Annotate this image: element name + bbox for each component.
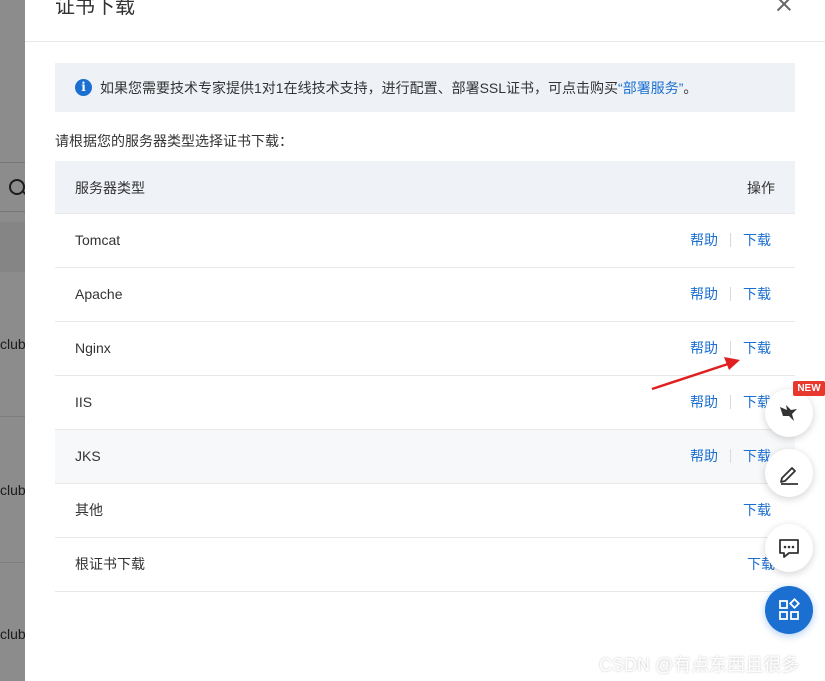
header-operation: 操作 (747, 180, 775, 196)
row-actions: 帮助 下载 (690, 447, 771, 465)
floating-ai-button[interactable] (765, 389, 813, 437)
chat-icon (779, 539, 799, 558)
server-name: Apache (75, 286, 123, 302)
table-row-tomcat: Tomcat 帮助 下载 (55, 214, 795, 268)
help-link[interactable]: 帮助 (690, 286, 718, 302)
select-server-prompt: 请根据您的服务器类型选择证书下载： (55, 133, 293, 149)
server-name: 其他 (75, 502, 103, 518)
floating-apps-button[interactable] (765, 586, 813, 634)
notice-suffix: 。 (683, 80, 698, 96)
download-link[interactable]: 下载 (743, 286, 771, 302)
table-row-nginx: Nginx 帮助 下载 (55, 322, 795, 376)
action-divider (730, 287, 731, 301)
table-row-apache: Apache 帮助 下载 (55, 268, 795, 322)
download-link[interactable]: 下载 (743, 232, 771, 248)
floating-edit-button[interactable] (765, 449, 813, 497)
csdn-watermark: CSDN @有点东西且很多 (599, 655, 800, 675)
notice-prefix: 如果您需要技术专家提供1对1在线技术支持，进行配置、部署SSL证书，可点击购买 (100, 80, 619, 96)
help-link[interactable]: 帮助 (690, 232, 718, 248)
server-name: Tomcat (75, 232, 121, 248)
info-notice: i 如果您需要技术专家提供1对1在线技术支持，进行配置、部署SSL证书，可点击购… (55, 63, 795, 112)
row-actions: 帮助 下载 (690, 285, 771, 303)
server-type-table: 服务器类型 操作 Tomcat 帮助 下载 Apache 帮助 下载 Nginx 帮… (55, 161, 795, 592)
deploy-service-link[interactable]: “部署服务” (618, 80, 683, 96)
info-icon: i (75, 79, 92, 96)
server-name: IIS (75, 394, 93, 410)
help-link[interactable]: 帮助 (690, 340, 718, 356)
download-link[interactable]: 下载 (743, 340, 771, 356)
row-actions: 帮助 下载 (690, 231, 771, 249)
floating-chat-button[interactable] (765, 524, 813, 572)
action-divider (730, 449, 731, 463)
new-badge: NEW (793, 381, 825, 396)
certificate-download-dialog: 证书下载 i 如果您需要技术专家提供1对1在线技术支持，进行配置、部署SSL证书… (25, 0, 825, 681)
notice-text: 如果您需要技术专家提供1对1在线技术支持，进行配置、部署SSL证书，可点击购买“… (100, 79, 697, 97)
server-name: Nginx (75, 340, 111, 356)
download-link[interactable]: 下载 (743, 502, 771, 518)
table-row-other: 其他 下载 (55, 484, 795, 538)
table-row-iis: IIS 帮助 下载 (55, 376, 795, 430)
row-actions: 帮助 下载 (690, 339, 771, 357)
table-row-root-cert: 根证书下载 下载 (55, 538, 795, 592)
help-link[interactable]: 帮助 (690, 448, 718, 464)
server-name: JKS (75, 448, 101, 464)
bird-icon (780, 405, 797, 421)
action-divider (730, 395, 731, 409)
close-icon[interactable] (775, 0, 793, 13)
action-divider (730, 341, 731, 355)
header-server-type: 服务器类型 (75, 180, 145, 196)
help-link[interactable]: 帮助 (690, 394, 718, 410)
table-row-jks: JKS 帮助 下载 (55, 430, 795, 484)
action-divider (730, 233, 731, 247)
dialog-header: 证书下载 (25, 0, 825, 42)
apps-icon (779, 598, 801, 620)
server-name: 根证书下载 (75, 556, 145, 572)
table-header: 服务器类型 操作 (55, 161, 795, 214)
row-actions: 帮助 下载 (690, 393, 771, 411)
row-actions: 下载 (743, 501, 771, 519)
dialog-title: 证书下载 (55, 0, 135, 18)
edit-icon (780, 467, 798, 485)
